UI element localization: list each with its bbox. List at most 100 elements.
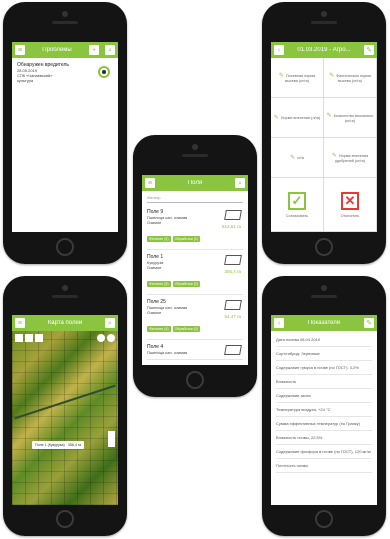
edit-icon[interactable]: ✎ [364, 45, 374, 55]
filter-select[interactable]: Фильтр [147, 194, 243, 203]
filter-icon[interactable] [25, 334, 33, 342]
pencil-icon: ✎ [329, 73, 335, 79]
field-popup[interactable]: Поле 1 (Кукуруза) · 356,4 га [32, 441, 85, 449]
field-row[interactable]: Поле 9 Пшеница кап. озимая Озимое Фенотип (… [147, 205, 243, 250]
field-badge[interactable]: Обработки (2) [172, 326, 201, 332]
indicator-row[interactable]: Содержание гумуса в почве (по ГОСТ): 3,2… [276, 361, 372, 375]
plan-cell[interactable]: ✎ Посевная норма высева (кг/га) [271, 58, 324, 98]
phone-problems: ≡ Проблемы + ⌕ Обнаружен вредитель 28.05… [3, 2, 127, 264]
back-icon[interactable]: ‹ [274, 45, 284, 55]
phone-map: ≡ Карта полей ⌕ Поле 1 (Кукуруза) · 356,… [3, 276, 127, 536]
close-icon: ✕ [341, 191, 359, 210]
field-badge[interactable]: Фенотип (8) [147, 281, 171, 287]
edit-icon[interactable]: ✎ [364, 318, 374, 328]
menu-icon[interactable]: ≡ [15, 45, 25, 55]
speaker [311, 21, 337, 24]
map-toolbar [15, 334, 43, 342]
confirm-button[interactable]: ✓ Согласовать [271, 178, 324, 232]
speaker [311, 295, 337, 298]
search-icon[interactable]: ⌕ [105, 318, 115, 328]
plan-cell[interactable]: ✎ Норма внесения (л/га) [271, 98, 324, 138]
promo-stage: ≡ Проблемы + ⌕ Обнаружен вредитель 28.05… [0, 0, 390, 539]
home-button [56, 510, 74, 528]
field-shape-icon [224, 345, 242, 355]
field-badge[interactable]: Обработки (2) [172, 281, 201, 287]
front-camera [62, 285, 68, 291]
map-screen: ≡ Карта полей ⌕ Поле 1 (Кукуруза) · 356,… [12, 315, 118, 505]
map-title: Карта полей [47, 320, 83, 326]
field-badge[interactable]: Обработки (1) [172, 236, 201, 242]
phone-indicators: ‹ Показатели ✎ Дата посева 08.04.2019 Сор… [262, 276, 386, 536]
field-row[interactable]: Поле 4 Пшеница кап. озимая [147, 340, 243, 360]
menu-icon[interactable]: ≡ [15, 318, 25, 328]
field-badge[interactable]: Фенотип (4) [147, 236, 171, 242]
field-badges: Фенотип (4) Обработки (2) [147, 317, 243, 335]
add-icon[interactable]: + [89, 45, 99, 55]
map-view[interactable]: Поле 1 (Кукуруза) · 356,4 га [12, 331, 118, 505]
indicator-row[interactable]: Влажность почвы, 22,5% [276, 431, 372, 445]
home-button [315, 510, 333, 528]
home-button [56, 238, 74, 256]
plan-cell[interactable]: ✎ л/га [271, 138, 324, 178]
fields-header: ≡ Поля ⌕ [142, 175, 248, 191]
problems-title: Проблемы [42, 47, 72, 53]
field-area: 812,61 га [221, 224, 241, 229]
plan-screen: ‹ 01.03.2019 - Агро... ✎ ✎ Посевная норма… [271, 42, 377, 232]
indicator-row[interactable]: Сорт/гибрид: Зерновые [276, 347, 372, 361]
speaker [52, 21, 78, 24]
indicators-header: ‹ Показатели ✎ [271, 315, 377, 331]
plan-header: ‹ 01.03.2019 - Агро... ✎ [271, 42, 377, 58]
problems-header: ≡ Проблемы + ⌕ [12, 42, 118, 58]
field-badges: Фенотип (8) Обработки (2) [147, 272, 243, 290]
indicator-row[interactable]: Содержание фосфора в почве (по ГОСТ), 12… [276, 445, 372, 459]
search-icon[interactable]: ⌕ [235, 178, 245, 188]
field-badges: Фенотип (4) Обработки (1) [147, 227, 243, 245]
indicator-row[interactable]: Температура воздуха, +24 °C [276, 403, 372, 417]
river [14, 384, 116, 420]
field-badge[interactable]: Фенотип (4) [147, 326, 171, 332]
plan-cell[interactable]: ✎ Количество вносимого (кг/га) [324, 98, 377, 138]
home-button [315, 238, 333, 256]
menu-icon[interactable]: ≡ [145, 178, 155, 188]
speaker [52, 295, 78, 298]
pencil-icon: ✎ [326, 113, 332, 119]
problem-item[interactable]: Обнаружен вредитель 28.05.2019 СПК «Чапа… [12, 58, 118, 87]
compass-icon[interactable] [107, 334, 115, 342]
field-row[interactable]: Поле 1 Кукуруза Озимое Фенотип (8) Обработки… [147, 250, 243, 295]
reject-label: Отклонить [340, 213, 360, 218]
indicator-row[interactable]: Содержание азота [276, 389, 372, 403]
indicator-row[interactable]: Дата посева 08.04.2019 [276, 333, 372, 347]
layers-icon[interactable] [15, 334, 23, 342]
plan-title: 01.03.2019 - Агро... [297, 47, 351, 53]
speaker [182, 154, 208, 157]
pencil-icon: ✎ [290, 155, 296, 161]
plan-cell[interactable]: ✎ Фактическая норма высева (кг/га) [324, 58, 377, 98]
indicator-row[interactable]: Плотность почвы [276, 459, 372, 473]
field-area: 54,47 га [224, 314, 241, 319]
problems-screen: ≡ Проблемы + ⌕ Обнаружен вредитель 28.05… [12, 42, 118, 232]
reject-button[interactable]: ✕ Отклонить [324, 178, 377, 232]
indicator-row[interactable]: Сумма эффективных температур (по Гранку) [276, 417, 372, 431]
confirm-label: Согласовать [285, 213, 309, 218]
pencil-icon: ✎ [278, 73, 284, 79]
map-header: ≡ Карта полей ⌕ [12, 315, 118, 331]
fields-filter[interactable]: Фильтр [142, 191, 248, 203]
field-row[interactable]: Поле 25 Пшеница кап. озимая Озимое Фенотип … [147, 295, 243, 340]
back-icon[interactable]: ‹ [274, 318, 284, 328]
front-camera [321, 11, 327, 17]
zoom-control[interactable] [108, 431, 115, 447]
indicators-screen: ‹ Показатели ✎ Дата посева 08.04.2019 Сор… [271, 315, 377, 505]
ruler-icon[interactable] [35, 334, 43, 342]
indicators-title: Показатели [307, 320, 341, 326]
front-camera [62, 11, 68, 17]
plan-cell[interactable]: ✎ Норма внесения удобрений (кг/га) [324, 138, 377, 178]
home-button [186, 371, 204, 389]
indicator-row[interactable]: Влажность [276, 375, 372, 389]
fields-title: Поля [187, 180, 203, 186]
indicators-list: Дата посева 08.04.2019 Сорт/гибрид: Зерно… [271, 331, 377, 475]
locate-icon[interactable] [97, 334, 105, 342]
check-icon: ✓ [288, 191, 306, 210]
phone-plan: ‹ 01.03.2019 - Агро... ✎ ✎ Посевная норма… [262, 2, 386, 264]
search-icon[interactable]: ⌕ [105, 45, 115, 55]
front-camera [321, 285, 327, 291]
